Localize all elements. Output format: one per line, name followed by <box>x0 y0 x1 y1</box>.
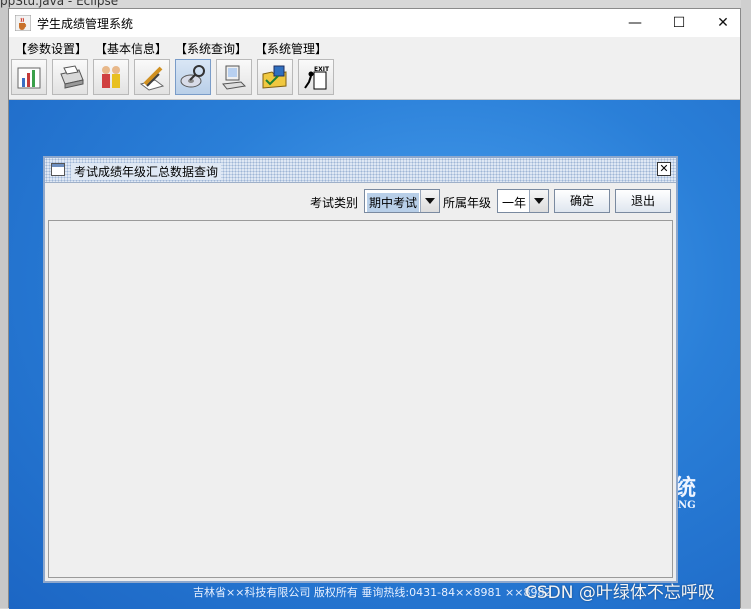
background-eclipse-title: ppStu.java - Eclipse <box>0 0 119 8</box>
chevron-down-icon[interactable] <box>420 190 439 212</box>
folder-check-icon <box>262 65 287 89</box>
grade-select[interactable]: 一年 <box>497 189 549 213</box>
frame-close-button[interactable]: ✕ <box>657 162 671 176</box>
exam-type-label: 考试类别 <box>310 196 359 210</box>
menu-system-admin[interactable]: 【系统管理】 <box>255 40 327 57</box>
filter-row: 考试类别 期中考试 所属年级 一年 确定 退出 <box>45 184 676 216</box>
maximize-icon: ☐ <box>672 15 686 31</box>
query-internal-frame: 考试成绩年级汇总数据查询 ✕ 考试类别 期中考试 所属年级 一年 确定 退出 <box>43 156 678 583</box>
grade-value: 一年 <box>502 196 527 210</box>
java-cup-icon <box>15 15 31 31</box>
toolbar: EXIT <box>9 57 740 100</box>
toolbar-button-computer[interactable] <box>216 59 252 95</box>
title-bar[interactable]: 学生成绩管理系统 — ☐ ✕ <box>9 9 740 37</box>
exit-button[interactable]: 退出 <box>615 189 671 213</box>
footer-copyright: 吉林省××科技有限公司 版权所有 垂询热线:0431-84××8981 ××89… <box>193 586 552 599</box>
logo-subtext: NG <box>678 500 696 511</box>
toolbar-button-folder[interactable] <box>257 59 293 95</box>
window-title: 学生成绩管理系统 <box>37 17 134 31</box>
menu-system-query[interactable]: 【系统查询】 <box>175 40 247 57</box>
printer-icon <box>60 65 84 89</box>
frame-window-icon <box>51 163 65 176</box>
chart-icon <box>17 67 41 89</box>
minimize-icon: — <box>628 15 642 31</box>
search-disc-icon <box>180 65 205 88</box>
background-eclipse-strip <box>0 0 8 608</box>
toolbar-button-edit[interactable] <box>134 59 170 95</box>
menu-param-settings[interactable]: 【参数设置】 <box>15 40 87 57</box>
exam-type-value: 期中考试 <box>367 193 420 212</box>
people-icon <box>102 66 120 88</box>
close-icon: ✕ <box>717 15 729 31</box>
toolbar-button-chart[interactable] <box>11 59 47 95</box>
exit-icon: EXIT <box>304 66 330 90</box>
edit-pencil-icon <box>139 66 165 91</box>
toolbar-button-exit[interactable]: EXIT <box>298 59 334 95</box>
confirm-button[interactable]: 确定 <box>554 189 610 213</box>
menu-basic-info[interactable]: 【基本信息】 <box>95 40 167 57</box>
maximize-button[interactable]: ☐ <box>657 9 701 37</box>
minimize-button[interactable]: — <box>613 9 657 37</box>
close-icon: ✕ <box>659 162 669 175</box>
results-panel <box>48 220 673 578</box>
query-frame-title: 考试成绩年级汇总数据查询 <box>71 163 222 180</box>
toolbar-button-print[interactable] <box>52 59 88 95</box>
menu-bar: 【参数设置】 【基本信息】 【系统查询】 【系统管理】 <box>9 37 740 57</box>
computer-icon <box>222 65 247 90</box>
chevron-down-icon[interactable] <box>529 190 548 212</box>
background-right-strip <box>741 0 751 608</box>
toolbar-button-query[interactable] <box>175 59 211 95</box>
query-frame-title-bar[interactable]: 考试成绩年级汇总数据查询 ✕ <box>45 158 676 183</box>
toolbar-button-people[interactable] <box>93 59 129 95</box>
exam-type-select[interactable]: 期中考试 <box>364 189 440 213</box>
close-button[interactable]: ✕ <box>701 9 745 37</box>
grade-label: 所属年级 <box>443 196 492 210</box>
